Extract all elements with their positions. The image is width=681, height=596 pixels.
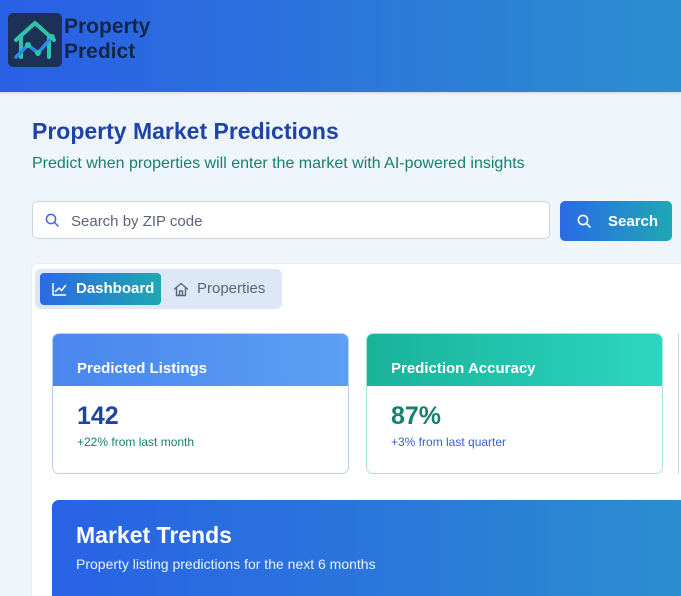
tab-bar: Dashboard Properties xyxy=(35,269,282,309)
search-input[interactable] xyxy=(69,202,543,240)
brand-name-line1: Property xyxy=(64,15,151,38)
page-title: Property Market Predictions xyxy=(32,118,339,144)
tab-properties[interactable]: Properties xyxy=(165,273,277,305)
card-title: Prediction Accuracy xyxy=(391,360,536,377)
search-box xyxy=(32,201,550,240)
section-title: Market Trends xyxy=(76,522,232,548)
card-change: +22% from last month xyxy=(77,435,195,449)
page-subtitle: Predict when properties will enter the m… xyxy=(32,155,525,172)
search-button-label: Search xyxy=(608,213,659,230)
card-change: +3% from last quarter xyxy=(391,435,507,449)
prediction-accuracy-card: Prediction Accuracy 87% +3% from last qu… xyxy=(366,333,663,474)
card-value: 142 xyxy=(77,402,119,430)
market-trends-section: Market Trends Property listing predictio… xyxy=(52,500,681,596)
line-chart-icon xyxy=(52,282,67,300)
card-header: Prediction Accuracy xyxy=(367,334,662,386)
brand-name-line2: Predict xyxy=(64,40,136,63)
home-icon xyxy=(173,282,189,301)
brand-name[interactable]: Property Predict xyxy=(64,14,150,64)
app-header: Property Predict xyxy=(0,0,681,92)
search-icon xyxy=(45,213,59,232)
tab-dashboard[interactable]: Dashboard xyxy=(40,273,161,305)
search-button[interactable]: Search xyxy=(560,201,672,241)
predicted-listings-card: Predicted Listings 142 +22% from last mo… xyxy=(52,333,349,474)
tab-properties-label: Properties xyxy=(197,280,266,297)
card-value: 87% xyxy=(391,402,442,430)
card-header: Predicted Listings xyxy=(53,334,348,386)
search-icon xyxy=(577,214,591,232)
logo-icon[interactable] xyxy=(8,13,62,67)
card-title: Predicted Listings xyxy=(77,360,208,377)
tab-dashboard-label: Dashboard xyxy=(76,280,155,297)
section-subtitle: Property listing predictions for the nex… xyxy=(76,556,376,572)
